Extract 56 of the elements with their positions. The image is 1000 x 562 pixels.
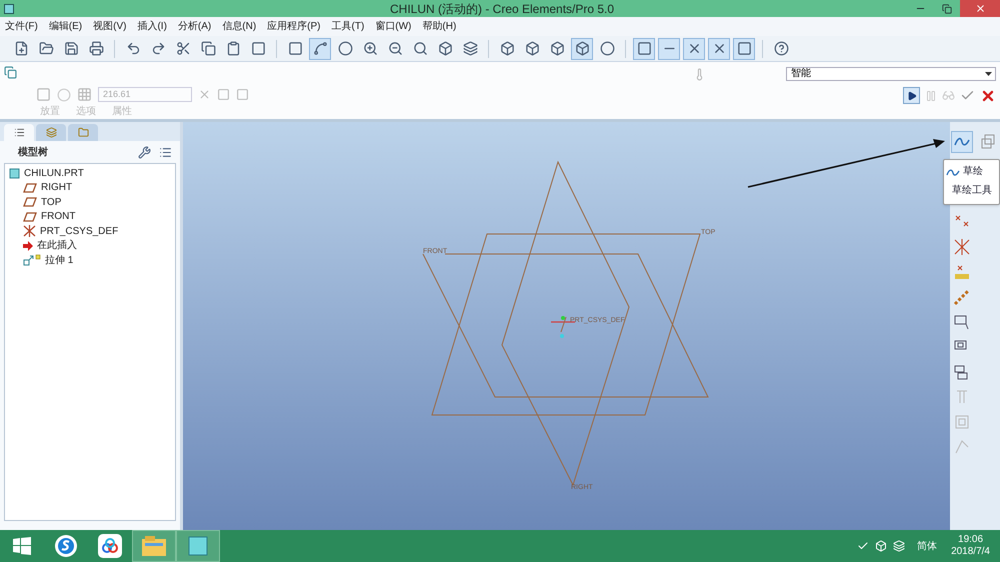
menu-item[interactable]: 编辑(E) — [48, 19, 82, 34]
tree-item[interactable]: CHILUN.PRT — [24, 166, 84, 181]
tree-item[interactable]: FRONT — [41, 209, 76, 224]
restore-button[interactable] — [942, 4, 952, 14]
menu-item[interactable]: 信息(N) — [222, 19, 256, 34]
browser-icon[interactable] — [54, 534, 78, 558]
cloud-app-icon[interactable] — [98, 534, 122, 558]
tooltip-text: 草绘工具 — [951, 184, 993, 198]
cube-app-icon[interactable] — [187, 535, 209, 557]
panel-tab[interactable] — [4, 124, 34, 141]
sketch-icon — [946, 166, 960, 176]
play-icon — [906, 90, 916, 100]
layers-icon — [46, 127, 56, 138]
menu-item[interactable]: 文件(F) — [5, 19, 38, 34]
tooltip-title: 草绘 — [963, 164, 983, 179]
folder-icon — [78, 127, 88, 138]
extrude-icon — [23, 254, 41, 266]
app-icon — [4, 4, 14, 14]
sketch-icon[interactable] — [952, 132, 972, 152]
preview-button[interactable] — [903, 87, 920, 104]
close-icon — [974, 3, 986, 14]
tree-item[interactable]: PRT_CSYS_DEF — [40, 224, 118, 239]
part-icon — [9, 168, 20, 179]
extrude-icon — [4, 66, 17, 79]
tree-item[interactable]: TOP — [41, 194, 62, 210]
tree-item[interactable]: 在此插入 — [37, 238, 77, 254]
settings-icon[interactable] — [138, 146, 151, 158]
plane-icon — [23, 212, 37, 222]
menu-item[interactable]: 帮助(H) — [422, 19, 456, 34]
ime-indicator[interactable]: 简体 — [917, 538, 938, 554]
plane-icon — [23, 197, 37, 208]
clock-time[interactable]: 19:06 — [958, 534, 984, 546]
menu-item[interactable]: 窗口(W) — [375, 19, 412, 34]
arrow-icon — [23, 240, 33, 251]
panel-title: 模型树 — [18, 146, 48, 160]
filter-select[interactable]: 智能 — [786, 67, 996, 81]
menu-item[interactable]: 插入(I) — [137, 19, 167, 34]
menu-item[interactable]: 分析(A) — [178, 19, 212, 34]
tree-item[interactable]: RIGHT — [41, 180, 72, 196]
shaded-icon[interactable] — [571, 38, 593, 60]
plane-icon — [23, 182, 37, 193]
tray-icon[interactable] — [875, 540, 888, 552]
clock-date[interactable]: 2018/7/4 — [951, 546, 990, 558]
tray-icon[interactable] — [893, 540, 906, 552]
show-list-icon[interactable] — [159, 146, 172, 158]
menu-item[interactable]: 视图(V) — [93, 19, 126, 34]
menu-item[interactable]: 工具(T) — [332, 19, 364, 34]
windows-logo-icon[interactable] — [13, 537, 31, 555]
menu-item[interactable]: 应用程序(P) — [267, 19, 320, 34]
csys-icon[interactable] — [952, 237, 972, 257]
close-button[interactable] — [960, 0, 1000, 17]
tray-icon[interactable] — [857, 540, 870, 552]
window-title: CHILUN (活动的) - Creo Elements/Pro 5.0 — [390, 0, 614, 18]
caret-icon — [985, 72, 992, 77]
csys-icon — [23, 225, 36, 238]
tree-item[interactable]: 拉伸 1 — [45, 252, 74, 268]
